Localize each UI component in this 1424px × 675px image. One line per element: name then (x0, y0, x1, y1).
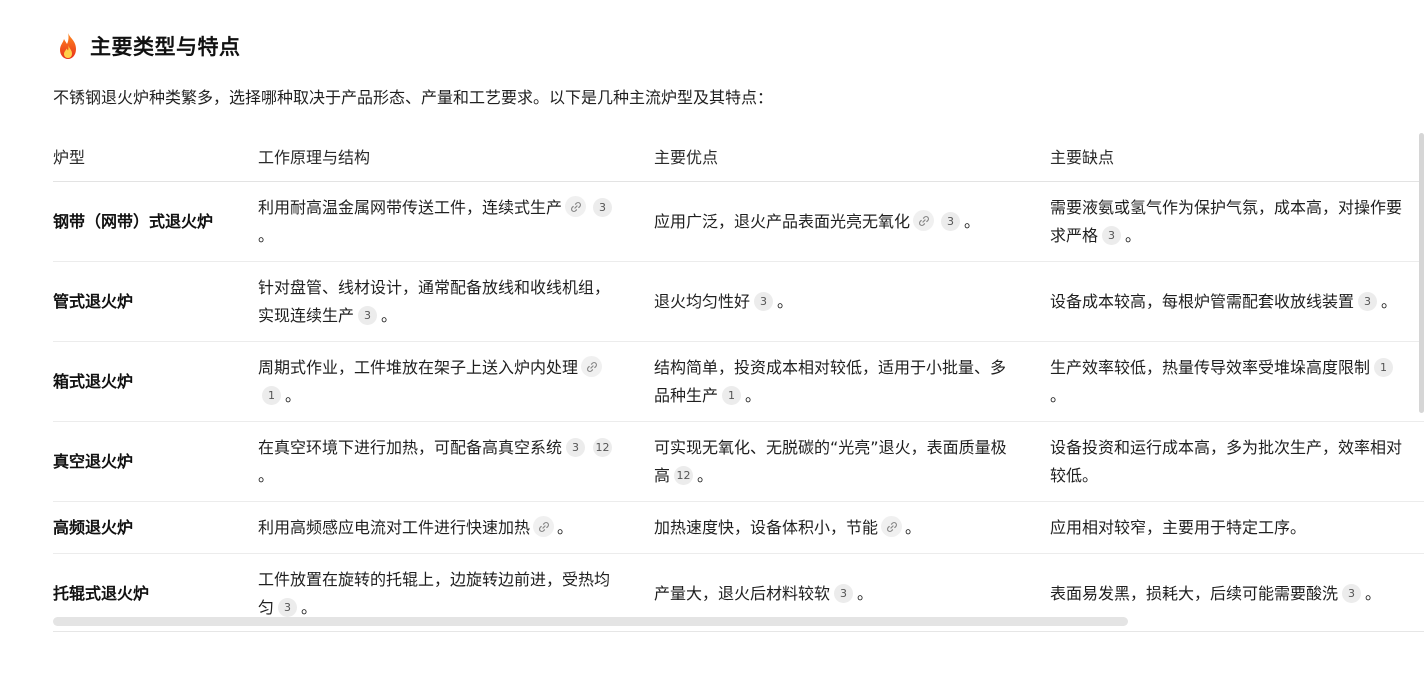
citation-badge[interactable]: 3 (1102, 225, 1122, 245)
furnace-type-cell: 真空退火炉 (53, 421, 258, 502)
cell-punctuation: 。 (697, 465, 714, 485)
header-type: 炉型 (53, 130, 258, 182)
cell-text: 应用广泛，退火产品表面光亮无氧化 (654, 211, 911, 231)
header-principle: 工作原理与结构 (258, 130, 654, 182)
pros-cell: 退火均匀性好 3。 (654, 261, 1050, 342)
cell-text: 利用耐高温金属网带传送工件，连续式生产 (258, 197, 563, 217)
cons-cell: 生产效率较低，热量传导效率受堆垛高度限制 1 。 (1050, 341, 1424, 422)
pros-cell: 应用广泛，退火产品表面光亮无氧化 3。 (654, 181, 1050, 262)
citation-badge[interactable]: 1 (1374, 357, 1394, 377)
table-row: 箱式退火炉 周期式作业，工件堆放在架子上送入炉内处理1。结构简单，投资成本相对较低… (53, 341, 1424, 422)
intro-text: 不锈钢退火炉种类繁多，选择哪种取决于产品形态、产量和工艺要求。以下是几种主流炉型… (53, 88, 774, 107)
citation-badge[interactable]: 1 (262, 385, 281, 405)
cell-text: 利用高频感应电流对工件进行快速加热 (258, 517, 531, 537)
table-row: 钢带（网带）式退火炉 利用耐高温金属网带传送工件，连续式生产 3。 应用广泛，退火产品… (53, 181, 1424, 262)
citation-badge[interactable]: 3 (941, 211, 961, 231)
link-icon[interactable] (913, 209, 935, 231)
pros-cell: 结构简单，投资成本相对较低，适用于小批量、多品种生产 1。 (654, 341, 1050, 422)
principle-cell: 在真空环境下进行加热，可配备高真空系统 3 12 。 (258, 421, 654, 502)
section-title: 主要类型与特点 (90, 35, 241, 59)
cell-text: 设备成本较高，每根炉管需配套收放线装置 (1050, 291, 1355, 311)
pros-cell: 可实现无氧化、无脱碳的“光亮”退火，表面质量极高 12。 (654, 421, 1050, 502)
cell-punctuation: 。 (381, 305, 398, 325)
cell-punctuation: 。 (1365, 583, 1382, 603)
vertical-scrollbar[interactable] (1419, 133, 1424, 413)
link-icon[interactable] (581, 355, 603, 377)
citation-badge[interactable]: 3 (566, 437, 586, 457)
link-icon[interactable] (881, 515, 903, 537)
cell-punctuation: 。 (1125, 225, 1142, 245)
cell-text: 在真空环境下进行加热，可配备高真空系统 (258, 437, 563, 457)
citation-badge[interactable]: 3 (834, 583, 854, 603)
section-heading: 主要类型与特点 (56, 30, 241, 62)
citation-badge[interactable]: 3 (1342, 583, 1362, 603)
cell-punctuation: 。 (285, 385, 302, 405)
citation-badge[interactable]: 12 (674, 465, 694, 485)
table-bottom-divider (53, 631, 1424, 632)
header-pros: 主要优点 (654, 130, 1050, 182)
table-row: 管式退火炉 针对盘管、线材设计，通常配备放线和收线机组，实现连续生产 3。退火均匀性… (53, 261, 1424, 342)
cell-text: 结构简单，投资成本相对较低，适用于小批量、多品种生产 (654, 357, 1007, 405)
cons-cell: 需要液氨或氢气作为保护气氛，成本高，对操作要求严格 3。 (1050, 181, 1424, 262)
citation-badge[interactable]: 12 (593, 437, 613, 457)
furnace-type-cell: 箱式退火炉 (53, 341, 258, 422)
fire-icon (60, 33, 76, 59)
cell-punctuation: 。 (557, 517, 574, 537)
furnace-type-cell: 高频退火炉 (53, 501, 258, 554)
cell-text: 应用相对较窄，主要用于特定工序。 (1050, 517, 1307, 537)
cell-punctuation: 。 (905, 517, 922, 537)
cell-punctuation: 。 (1381, 291, 1398, 311)
cons-cell: 设备成本较高，每根炉管需配套收放线装置 3。 (1050, 261, 1424, 342)
cell-text: 设备投资和运行成本高，多为批次生产，效率相对较低。 (1050, 437, 1403, 485)
cons-cell: 应用相对较窄，主要用于特定工序。 (1050, 501, 1424, 554)
furnace-type-cell: 管式退火炉 (53, 261, 258, 342)
principle-cell: 利用耐高温金属网带传送工件，连续式生产 3 。 (258, 181, 654, 262)
furnace-type-cell: 钢带（网带）式退火炉 (53, 181, 258, 262)
cell-punctuation: 。 (301, 597, 318, 617)
cell-text: 表面易发黑，损耗大，后续可能需要酸洗 (1050, 583, 1339, 603)
principle-cell: 周期式作业，工件堆放在架子上送入炉内处理 1。 (258, 341, 654, 422)
citation-badge[interactable]: 3 (593, 197, 613, 217)
cell-punctuation: 。 (857, 583, 874, 603)
horizontal-scrollbar[interactable] (53, 617, 1128, 626)
link-icon[interactable] (533, 515, 555, 537)
cell-punctuation: 。 (964, 211, 981, 231)
citation-badge[interactable]: 3 (1358, 291, 1378, 311)
comparison-table: 炉型 工作原理与结构 主要优点 主要缺点 钢带（网带）式退火炉 利用耐高温金属网带… (53, 130, 1424, 632)
table-row: 真空退火炉 在真空环境下进行加热，可配备高真空系统 3 12。 可实现无氧化、无脱碳的“… (53, 421, 1424, 502)
cell-text: 生产效率较低，热量传导效率受堆垛高度限制 (1050, 357, 1371, 377)
cons-cell: 设备投资和运行成本高，多为批次生产，效率相对较低。 (1050, 421, 1424, 502)
header-cons: 主要缺点 (1050, 130, 1424, 182)
citation-badge[interactable]: 3 (754, 291, 774, 311)
link-icon[interactable] (565, 195, 587, 217)
citation-badge[interactable]: 1 (722, 385, 742, 405)
cell-punctuation: 。 (777, 291, 794, 311)
table-row: 高频退火炉 利用高频感应电流对工件进行快速加热 。 加热速度快，设备体积小，节能 。 应用… (53, 501, 1424, 554)
cell-text: 加热速度快，设备体积小，节能 (654, 517, 879, 537)
principle-cell: 利用高频感应电流对工件进行快速加热 。 (258, 501, 654, 554)
citation-badge[interactable]: 3 (358, 305, 378, 325)
cell-text: 退火均匀性好 (654, 291, 751, 311)
cell-text: 产量大，退火后材料较软 (654, 583, 831, 603)
cell-punctuation: 。 (258, 225, 275, 245)
cell-punctuation: 。 (1050, 385, 1067, 405)
cell-text: 周期式作业，工件堆放在架子上送入炉内处理 (258, 357, 579, 377)
table-header-row: 炉型 工作原理与结构 主要优点 主要缺点 (53, 130, 1424, 182)
cell-punctuation: 。 (258, 465, 275, 485)
pros-cell: 加热速度快，设备体积小，节能 。 (654, 501, 1050, 554)
cell-punctuation: 。 (745, 385, 762, 405)
cell-text: 针对盘管、线材设计，通常配备放线和收线机组，实现连续生产 (258, 277, 611, 325)
citation-badge[interactable]: 3 (278, 597, 298, 617)
comparison-table-container: 炉型 工作原理与结构 主要优点 主要缺点 钢带（网带）式退火炉 利用耐高温金属网带… (53, 130, 1424, 632)
principle-cell: 针对盘管、线材设计，通常配备放线和收线机组，实现连续生产 3。 (258, 261, 654, 342)
